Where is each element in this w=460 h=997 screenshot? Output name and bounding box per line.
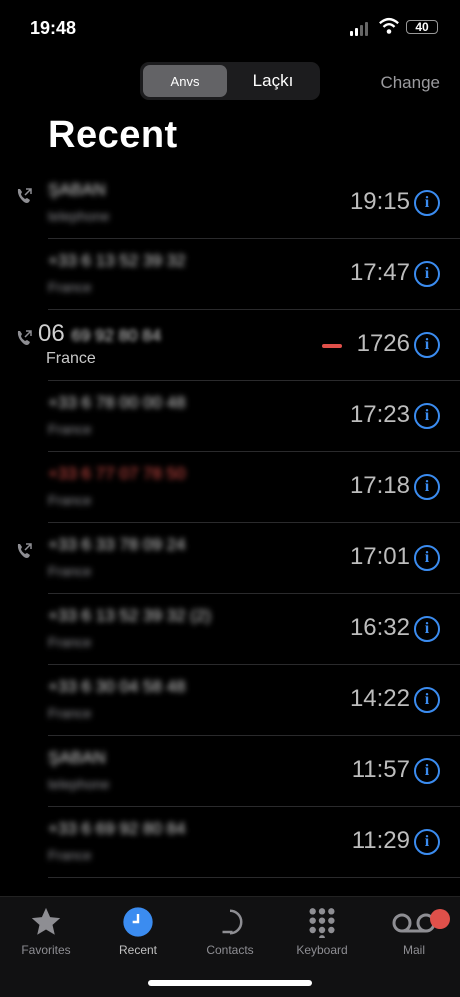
call-row[interactable]: +33 6 13 52 39 32 (2) France 16:32 i (0, 594, 460, 665)
caller-number-prefix: 06 (38, 320, 65, 347)
signal-icon (350, 22, 368, 36)
call-time: 17:23 (349, 401, 410, 428)
call-time: 11:57 (351, 756, 410, 783)
row-divider (48, 877, 460, 878)
outgoing-call-icon (17, 188, 32, 203)
caller-name: +33 6 30 04 58 48 (48, 677, 186, 696)
voicemail-badge (430, 909, 450, 929)
call-filter-segmented-control: Anvs Laçkı (140, 62, 320, 100)
caller-label: telephone (48, 776, 110, 792)
tab-label: Recent (118, 943, 158, 957)
caller-name: ŞABAN (48, 748, 106, 767)
call-row[interactable]: +33 6 30 04 58 48 France 14:22 i (0, 665, 460, 736)
caller-name: +33 6 77 07 78 50 (48, 464, 186, 483)
missed-indicator (322, 344, 342, 348)
tab-contacts[interactable]: Contacts (184, 905, 276, 957)
wifi-icon (379, 17, 399, 34)
status-time: 19:48 (30, 18, 77, 38)
info-icon[interactable]: i (414, 403, 440, 429)
status-bar: 19:48 40 (0, 0, 460, 52)
home-indicator[interactable] (148, 980, 312, 986)
info-icon[interactable]: i (414, 332, 440, 358)
caller-label: France (48, 421, 92, 437)
info-icon[interactable]: i (414, 545, 440, 571)
tab-keypad[interactable]: Keyboard (276, 905, 368, 957)
info-icon[interactable]: i (414, 261, 440, 287)
caller-label: France (48, 279, 92, 295)
person-icon (222, 909, 243, 935)
caller-number: 69 92 80 84 (71, 326, 162, 345)
call-row[interactable]: ŞABAN telephone 11:57 i (0, 736, 460, 807)
call-time: 1726 (356, 330, 410, 357)
call-time: 19:15 (349, 188, 410, 215)
battery-icon: 40 (406, 20, 438, 34)
info-icon[interactable]: i (414, 687, 440, 713)
caller-name: +33 6 78 00 00 48 (48, 393, 186, 412)
tab-recents[interactable]: Recent (92, 905, 184, 957)
segment-missed[interactable]: Laçkı (230, 65, 316, 97)
call-row[interactable]: +33 6 13 52 39 32 France 17:47 i (0, 239, 460, 310)
page-title: Recent (48, 114, 178, 156)
caller-label: France (48, 705, 92, 721)
segment-all[interactable]: Anvs (143, 65, 227, 97)
call-time: 11:29 (351, 827, 410, 854)
call-time: 14:22 (349, 685, 410, 712)
caller-name: +33 6 13 52 39 32 (48, 251, 186, 270)
clock-icon (123, 907, 153, 937)
caller-label: France (48, 634, 92, 650)
recents-list: ŞABAN telephone 19:15 i +33 6 13 52 39 3… (0, 168, 460, 878)
call-row[interactable]: +33 6 69 92 80 84 France 11:29 i (0, 807, 460, 878)
caller-label: France (48, 492, 92, 508)
caller-label: France (48, 847, 92, 863)
call-row[interactable]: 06 69 92 80 84 France 1726 i (0, 310, 460, 381)
battery-level: 40 (415, 20, 429, 34)
tab-label: Keyboard (296, 943, 348, 957)
call-time: 17:18 (349, 472, 410, 499)
caller-name: +33 6 69 92 80 84 (48, 819, 186, 838)
caller-name: +33 6 33 78 09 24 (48, 535, 186, 554)
star-icon (31, 907, 61, 935)
call-row[interactable]: ŞABAN telephone 19:15 i (0, 168, 460, 239)
info-icon[interactable]: i (414, 829, 440, 855)
info-icon[interactable]: i (414, 758, 440, 784)
outgoing-call-icon (17, 543, 32, 558)
caller-name: 06 69 92 80 84 (38, 320, 161, 348)
caller-name: ŞABAN (48, 180, 106, 199)
tab-label: Mail (402, 943, 425, 957)
info-icon[interactable]: i (414, 190, 440, 216)
tab-favorites[interactable]: Favorites (0, 905, 92, 957)
call-time: 16:32 (349, 614, 410, 641)
info-icon[interactable]: i (414, 616, 440, 642)
tab-label: Favorites (21, 943, 71, 957)
tab-voicemail[interactable]: Mail (368, 905, 460, 957)
call-time: 17:01 (349, 543, 410, 570)
info-icon[interactable]: i (414, 474, 440, 500)
caller-name: +33 6 13 52 39 32 (2) (48, 606, 212, 625)
outgoing-call-icon (17, 330, 32, 345)
call-row[interactable]: +33 6 78 00 00 48 France 17:23 i (0, 381, 460, 452)
caller-label: telephone (48, 208, 110, 224)
call-time: 17:47 (349, 259, 410, 286)
caller-label: France (48, 563, 92, 579)
keypad-icon (309, 908, 335, 938)
tab-label: Contacts (206, 943, 254, 957)
caller-label: France (46, 350, 96, 367)
call-row[interactable]: +33 6 33 78 09 24 France 17:01 i (0, 523, 460, 594)
call-row[interactable]: +33 6 77 07 78 50 France 17:18 i (0, 452, 460, 523)
edit-button[interactable]: Change (380, 73, 440, 93)
